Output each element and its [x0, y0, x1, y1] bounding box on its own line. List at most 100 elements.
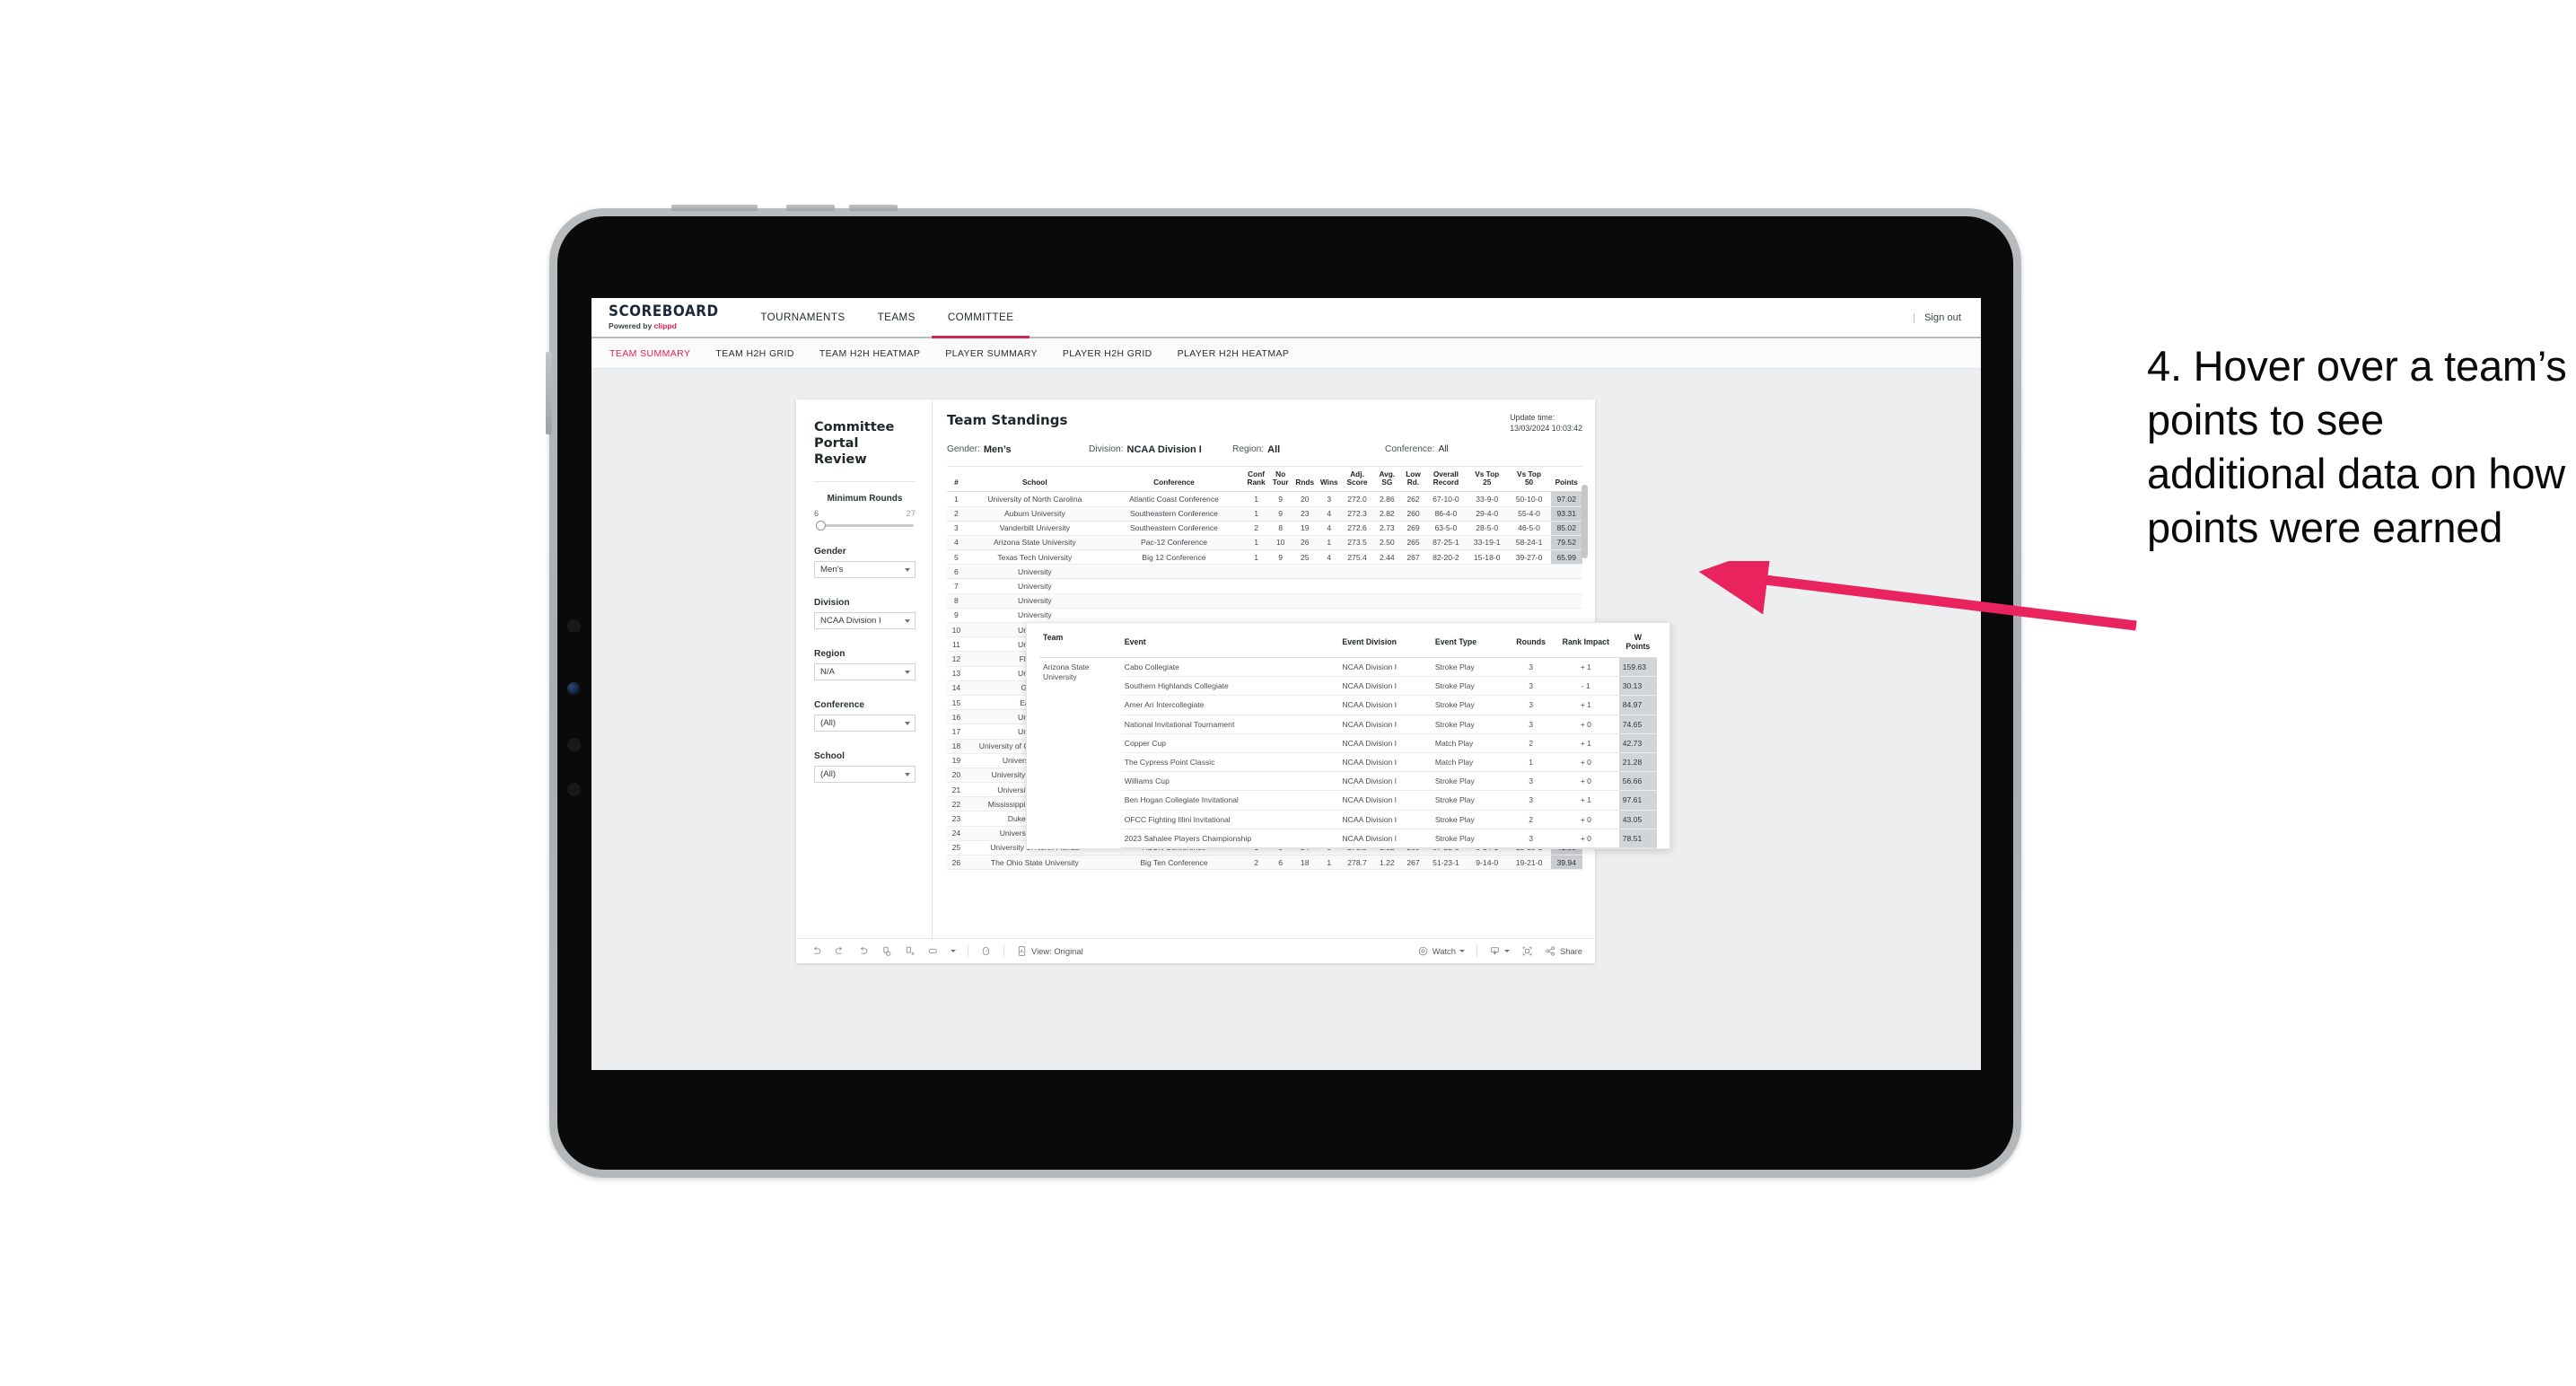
- summary-gender: Gender: Men’s: [947, 444, 1089, 455]
- table-cell-pts[interactable]: 79.52: [1550, 535, 1582, 551]
- subnav-item-team-h2h-heatmap[interactable]: TEAM H2H HEATMAP: [819, 348, 920, 359]
- table-cell-rank: 5: [947, 549, 966, 566]
- chevron-down-icon[interactable]: [951, 950, 956, 952]
- table-cell-rnds: 18: [1292, 855, 1318, 871]
- tooltip-row: The Cypress Point Classic NCAA Division I…: [1039, 752, 1657, 773]
- watch-button[interactable]: Watch: [1417, 945, 1465, 957]
- pause-refresh-icon[interactable]: [980, 945, 992, 957]
- table-cell-pts[interactable]: [1550, 593, 1582, 609]
- table-cell-pts[interactable]: [1550, 578, 1582, 594]
- table-row[interactable]: 26 The Ohio State University Big Ten Confe…: [947, 855, 1582, 871]
- table-cell-pts[interactable]: 97.02: [1550, 491, 1582, 507]
- conference-select[interactable]: (All): [814, 715, 916, 732]
- table-scrollbar[interactable]: [1582, 484, 1588, 558]
- table-row[interactable]: 2 Auburn University Southeastern Conferenc…: [947, 506, 1582, 522]
- table-row[interactable]: 7 University: [947, 578, 1582, 594]
- division-select[interactable]: NCAA Division I: [814, 612, 916, 630]
- table-cell-rank: 12: [947, 651, 966, 667]
- standings-col-header[interactable]: Conference: [1103, 466, 1245, 493]
- sign-out-link[interactable]: Sign out: [1924, 312, 1961, 323]
- subnav-item-player-h2h-grid[interactable]: PLAYER H2H GRID: [1063, 348, 1152, 359]
- table-cell-cr: 2: [1244, 855, 1269, 871]
- table-row[interactable]: 3 Vanderbilt University Southeastern Confe…: [947, 521, 1582, 536]
- view-original-button[interactable]: View: Original: [1016, 945, 1083, 957]
- table-row[interactable]: 8 University: [947, 593, 1582, 609]
- standings-col-header[interactable]: Wins: [1317, 466, 1342, 493]
- download-button[interactable]: [1489, 945, 1510, 957]
- table-cell-low: 260: [1400, 506, 1426, 522]
- pause-auto-update-icon[interactable]: [904, 945, 916, 957]
- standings-col-header[interactable]: No Tour: [1268, 466, 1293, 493]
- nav-item-tournaments[interactable]: TOURNAMENTS: [744, 298, 861, 337]
- subnav-item-team-h2h-grid[interactable]: TEAM H2H GRID: [715, 348, 793, 359]
- table-row[interactable]: 6 University: [947, 564, 1582, 580]
- tooltip-cell-impact: + 0: [1552, 752, 1619, 773]
- school-select-value: (All): [820, 769, 837, 780]
- table-cell-pts[interactable]: 85.02: [1550, 521, 1582, 536]
- share-button[interactable]: Share: [1545, 945, 1582, 957]
- school-select[interactable]: (All): [814, 766, 916, 784]
- table-cell-rec: [1425, 564, 1467, 580]
- table-cell-cr: 1: [1244, 506, 1269, 522]
- tooltip-col-header: Rank Impact: [1552, 633, 1619, 658]
- region-select[interactable]: N/A: [814, 663, 916, 681]
- nav-item-teams[interactable]: TEAMS: [862, 298, 932, 337]
- slider-handle[interactable]: [816, 520, 826, 531]
- volume-down-button[interactable]: [849, 205, 898, 211]
- tooltip-cell-event: Williams Cup: [1120, 771, 1339, 792]
- subnav-item-player-h2h-heatmap[interactable]: PLAYER H2H HEATMAP: [1178, 348, 1290, 359]
- table-row[interactable]: 5 Texas Tech University Big 12 Conference 1…: [947, 549, 1582, 566]
- top-navigation-bar: SCOREBOARD Powered by clippd TOURNAMENTS…: [591, 298, 1981, 338]
- tooltip-table-body: Arizona State University Cabo Collegiate N…: [1039, 657, 1657, 848]
- table-cell-t25: 33-9-0: [1466, 491, 1508, 507]
- update-time-label: Update time:: [1510, 413, 1555, 422]
- standings-col-header[interactable]: Avg. SG: [1372, 466, 1401, 493]
- custom-view-icon[interactable]: [927, 945, 939, 957]
- standings-col-header[interactable]: Adj. Score: [1341, 466, 1373, 493]
- undo-icon[interactable]: [810, 945, 822, 957]
- standings-col-header[interactable]: #: [947, 466, 966, 493]
- table-cell-pts[interactable]: [1550, 564, 1582, 580]
- table-row[interactable]: 9 University: [947, 608, 1582, 624]
- standings-col-header[interactable]: Overall Record: [1425, 466, 1467, 493]
- table-row[interactable]: 1 University of North Carolina Atlantic Co…: [947, 491, 1582, 507]
- gender-select[interactable]: Men’s: [814, 561, 916, 579]
- table-cell-pts[interactable]: 93.31: [1550, 506, 1582, 522]
- table-cell-t25: [1466, 593, 1508, 609]
- table-cell-pts[interactable]: 65.99: [1550, 549, 1582, 566]
- minimum-rounds-slider[interactable]: [816, 520, 914, 531]
- table-row[interactable]: 4 Arizona State University Pac-12 Conferen…: [947, 535, 1582, 551]
- subnav-item-team-summary[interactable]: TEAM SUMMARY: [609, 348, 690, 359]
- table-cell-t25: 29-4-0: [1466, 506, 1508, 522]
- standings-col-header[interactable]: Vs Top 50: [1507, 466, 1551, 493]
- standings-col-header[interactable]: Points: [1550, 466, 1582, 493]
- table-cell-rank: 16: [947, 709, 966, 725]
- table-cell-rec: [1425, 578, 1467, 594]
- standings-col-header[interactable]: School: [965, 466, 1104, 493]
- brand-logo[interactable]: SCOREBOARD Powered by clippd: [591, 298, 744, 337]
- subnav-item-player-summary[interactable]: PLAYER SUMMARY: [945, 348, 1038, 359]
- standings-col-header[interactable]: Low Rd.: [1400, 466, 1426, 493]
- table-cell-school: The Ohio State University: [965, 855, 1104, 871]
- annotation-arrow: [1698, 561, 2137, 631]
- table-cell-low: 267: [1400, 855, 1426, 871]
- table-cell-rank: 7: [947, 578, 966, 594]
- table-cell-pts[interactable]: 39.94: [1550, 855, 1582, 871]
- standings-col-header[interactable]: Rnds: [1292, 466, 1318, 493]
- table-cell-nt: [1268, 564, 1293, 580]
- filter-label-gender: Gender: [814, 547, 846, 557]
- table-cell-wins: [1317, 578, 1342, 594]
- tooltip-cell-division: NCAA Division I: [1338, 676, 1432, 697]
- revert-icon[interactable]: [857, 945, 869, 957]
- refresh-data-icon[interactable]: [881, 945, 892, 957]
- redo-icon[interactable]: [834, 945, 846, 957]
- standings-col-header[interactable]: Conf Rank: [1244, 466, 1269, 493]
- table-cell-low: 269: [1400, 521, 1426, 536]
- table-cell-pts[interactable]: [1550, 608, 1582, 624]
- fullscreen-icon[interactable]: [1521, 945, 1533, 957]
- volume-up-button[interactable]: [786, 205, 835, 211]
- power-button[interactable]: [671, 205, 758, 211]
- nav-item-committee[interactable]: COMMITTEE: [931, 298, 1030, 338]
- table-cell-conf: Pac-12 Conference: [1103, 535, 1245, 551]
- standings-col-header[interactable]: Vs Top 25: [1466, 466, 1508, 493]
